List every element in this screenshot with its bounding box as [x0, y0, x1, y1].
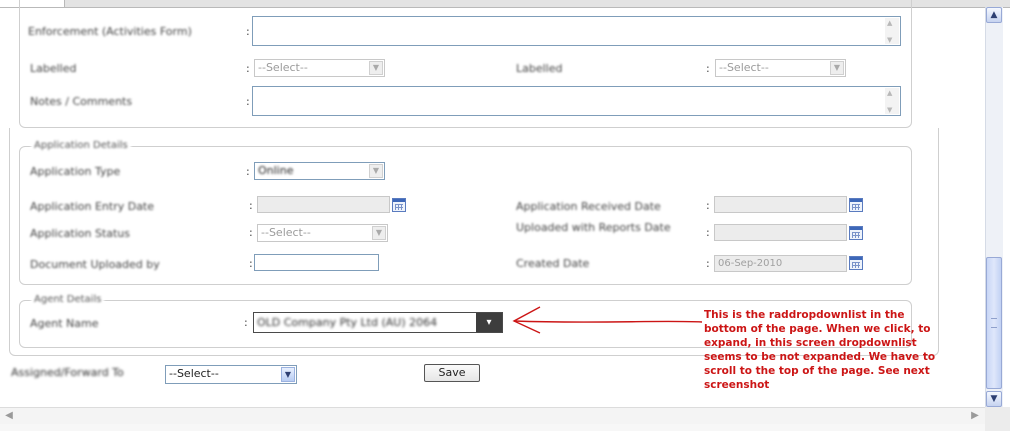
agent-name-label: Agent Name: [30, 317, 99, 330]
scroll-left-icon[interactable]: ◀: [2, 409, 16, 423]
scroll-down-icon[interactable]: ▼: [986, 391, 1002, 407]
chevron-down-icon[interactable]: ▼: [369, 61, 383, 75]
select-value: --Select--: [719, 61, 769, 74]
agent-raddropdownlist[interactable]: OLD Company Pty Ltd (AU) 2064 ▾: [253, 312, 503, 333]
field-label: Labelled: [516, 62, 563, 75]
window-bottom-edge: [0, 424, 985, 431]
notes-textarea[interactable]: ▲ ▼: [252, 16, 901, 46]
annotation-text: This is the raddropdownlist in the botto…: [704, 309, 936, 391]
select-dropdown[interactable]: --Select-- ▼: [254, 59, 385, 77]
comments-textarea[interactable]: ▲ ▼: [252, 86, 901, 116]
textarea-scrollbar[interactable]: ▲ ▼: [885, 18, 899, 44]
save-button[interactable]: Save: [424, 364, 480, 382]
scroll-up-icon[interactable]: ▲: [986, 7, 1002, 23]
colon: :: [706, 62, 710, 75]
field-label: Labelled: [30, 62, 77, 75]
chevron-down-icon[interactable]: ▼: [830, 61, 844, 75]
textarea-scrollbar[interactable]: ▲ ▼: [885, 88, 899, 114]
field-label: Notes / Comments: [30, 95, 133, 108]
colon: :: [244, 316, 248, 329]
assigned-forward-label: Assigned/Forward To: [11, 366, 124, 379]
field-label: Enforcement (Activities Form): [28, 25, 192, 38]
vertical-scrollbar[interactable]: ▲ ▼: [985, 7, 1003, 407]
colon: :: [246, 95, 250, 108]
scroll-thumb[interactable]: [986, 257, 1002, 389]
colon: :: [246, 25, 250, 38]
scrollbar-corner: [985, 407, 1010, 431]
agent-dropdown-value: OLD Company Pty Ltd (AU) 2064: [257, 316, 438, 329]
colon: :: [246, 62, 250, 75]
annotation-arrow: [512, 306, 703, 334]
select-dropdown[interactable]: --Select-- ▼: [715, 59, 846, 77]
chevron-down-icon[interactable]: ▼: [281, 367, 295, 382]
chevron-down-icon[interactable]: ▾: [476, 313, 502, 332]
assign-select[interactable]: --Select-- ▼: [165, 365, 297, 384]
scroll-right-icon[interactable]: ▶: [968, 409, 982, 423]
select-value: --Select--: [258, 61, 308, 74]
select-value: --Select--: [169, 367, 219, 380]
horizontal-scrollbar[interactable]: ◀ ▶: [0, 407, 985, 425]
